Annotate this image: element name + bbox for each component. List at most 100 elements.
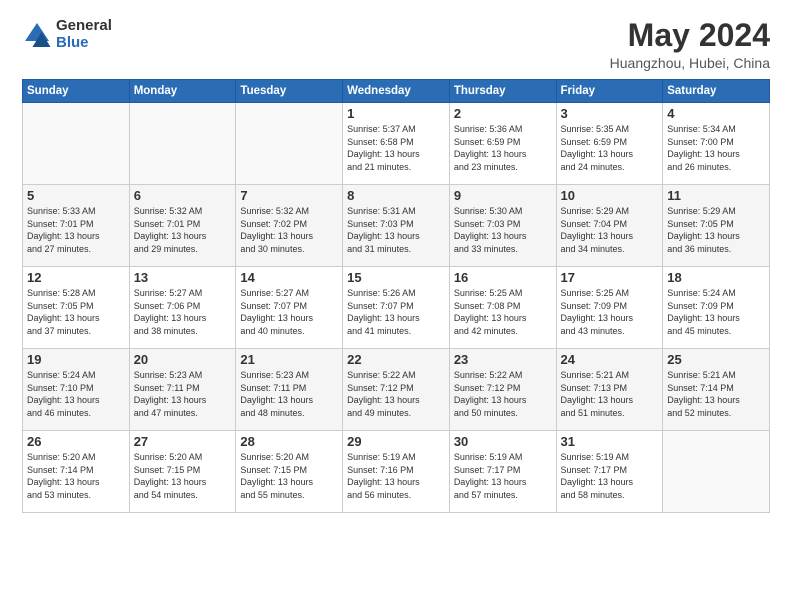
calendar-cell: 30 Sunrise: 5:19 AM Sunset: 7:17 PM Dayli… bbox=[449, 431, 556, 513]
day-info: Sunrise: 5:22 AM Sunset: 7:12 PM Dayligh… bbox=[454, 369, 552, 419]
day-number: 31 bbox=[561, 434, 659, 449]
calendar-cell bbox=[129, 103, 236, 185]
day-number: 1 bbox=[347, 106, 445, 121]
day-info: Sunrise: 5:32 AM Sunset: 7:01 PM Dayligh… bbox=[134, 205, 232, 255]
day-info: Sunrise: 5:35 AM Sunset: 6:59 PM Dayligh… bbox=[561, 123, 659, 173]
day-info: Sunrise: 5:37 AM Sunset: 6:58 PM Dayligh… bbox=[347, 123, 445, 173]
calendar-cell: 6Sunrise: 5:32 AM Sunset: 7:01 PM Daylig… bbox=[129, 185, 236, 267]
day-number: 4 bbox=[667, 106, 765, 121]
calendar-cell: 7Sunrise: 5:32 AM Sunset: 7:02 PM Daylig… bbox=[236, 185, 343, 267]
day-info: Sunrise: 5:36 AM Sunset: 6:59 PM Dayligh… bbox=[454, 123, 552, 173]
calendar-cell: 16Sunrise: 5:25 AM Sunset: 7:08 PM Dayli… bbox=[449, 267, 556, 349]
calendar-cell: 25Sunrise: 5:21 AM Sunset: 7:14 PM Dayli… bbox=[663, 349, 770, 431]
calendar-cell: 2Sunrise: 5:36 AM Sunset: 6:59 PM Daylig… bbox=[449, 103, 556, 185]
calendar-cell: 4 Sunrise: 5:34 AM Sunset: 7:00 PM Daylig… bbox=[663, 103, 770, 185]
day-info: Sunrise: 5:20 AM Sunset: 7:15 PM Dayligh… bbox=[240, 451, 338, 501]
day-number: 19 bbox=[27, 352, 125, 367]
day-info: Sunrise: 5:29 AM Sunset: 7:04 PM Dayligh… bbox=[561, 205, 659, 255]
calendar: SundayMondayTuesdayWednesdayThursdayFrid… bbox=[22, 79, 770, 513]
calendar-cell: 3 Sunrise: 5:35 AM Sunset: 6:59 PM Daylig… bbox=[556, 103, 663, 185]
calendar-cell: 15 Sunrise: 5:26 AM Sunset: 7:07 PM Dayli… bbox=[343, 267, 450, 349]
day-info: Sunrise: 5:23 AM Sunset: 7:11 PM Dayligh… bbox=[240, 369, 338, 419]
calendar-header-row: SundayMondayTuesdayWednesdayThursdayFrid… bbox=[23, 80, 770, 103]
calendar-cell: 28 Sunrise: 5:20 AM Sunset: 7:15 PM Dayli… bbox=[236, 431, 343, 513]
day-info: Sunrise: 5:34 AM Sunset: 7:00 PM Dayligh… bbox=[667, 123, 765, 173]
calendar-cell: 17Sunrise: 5:25 AM Sunset: 7:09 PM Dayli… bbox=[556, 267, 663, 349]
calendar-week-1: 1 Sunrise: 5:37 AM Sunset: 6:58 PM Daylig… bbox=[23, 103, 770, 185]
calendar-cell: 8Sunrise: 5:31 AM Sunset: 7:03 PM Daylig… bbox=[343, 185, 450, 267]
day-info: Sunrise: 5:33 AM Sunset: 7:01 PM Dayligh… bbox=[27, 205, 125, 255]
calendar-week-2: 5Sunrise: 5:33 AM Sunset: 7:01 PM Daylig… bbox=[23, 185, 770, 267]
day-number: 21 bbox=[240, 352, 338, 367]
day-number: 17 bbox=[561, 270, 659, 285]
day-number: 18 bbox=[667, 270, 765, 285]
day-info: Sunrise: 5:21 AM Sunset: 7:14 PM Dayligh… bbox=[667, 369, 765, 419]
day-info: Sunrise: 5:22 AM Sunset: 7:12 PM Dayligh… bbox=[347, 369, 445, 419]
day-number: 12 bbox=[27, 270, 125, 285]
calendar-week-5: 26 Sunrise: 5:20 AM Sunset: 7:14 PM Dayli… bbox=[23, 431, 770, 513]
header-cell-saturday: Saturday bbox=[663, 80, 770, 103]
day-info: Sunrise: 5:19 AM Sunset: 7:16 PM Dayligh… bbox=[347, 451, 445, 501]
logo-general-text: General bbox=[56, 18, 112, 35]
day-info: Sunrise: 5:20 AM Sunset: 7:14 PM Dayligh… bbox=[27, 451, 125, 501]
calendar-cell: 29 Sunrise: 5:19 AM Sunset: 7:16 PM Dayli… bbox=[343, 431, 450, 513]
calendar-cell: 23 Sunrise: 5:22 AM Sunset: 7:12 PM Dayli… bbox=[449, 349, 556, 431]
header-cell-thursday: Thursday bbox=[449, 80, 556, 103]
calendar-cell: 27 Sunrise: 5:20 AM Sunset: 7:15 PM Dayli… bbox=[129, 431, 236, 513]
header-cell-wednesday: Wednesday bbox=[343, 80, 450, 103]
calendar-cell: 1 Sunrise: 5:37 AM Sunset: 6:58 PM Daylig… bbox=[343, 103, 450, 185]
day-number: 27 bbox=[134, 434, 232, 449]
day-info: Sunrise: 5:19 AM Sunset: 7:17 PM Dayligh… bbox=[454, 451, 552, 501]
day-number: 24 bbox=[561, 352, 659, 367]
day-info: Sunrise: 5:24 AM Sunset: 7:09 PM Dayligh… bbox=[667, 287, 765, 337]
subtitle: Huangzhou, Hubei, China bbox=[610, 55, 770, 71]
calendar-cell: 12 Sunrise: 5:28 AM Sunset: 7:05 PM Dayli… bbox=[23, 267, 130, 349]
header: General Blue May 2024 Huangzhou, Hubei, … bbox=[22, 18, 770, 71]
header-cell-monday: Monday bbox=[129, 80, 236, 103]
day-number: 14 bbox=[240, 270, 338, 285]
day-number: 20 bbox=[134, 352, 232, 367]
calendar-cell: 5Sunrise: 5:33 AM Sunset: 7:01 PM Daylig… bbox=[23, 185, 130, 267]
day-number: 11 bbox=[667, 188, 765, 203]
page: General Blue May 2024 Huangzhou, Hubei, … bbox=[0, 0, 792, 612]
day-number: 3 bbox=[561, 106, 659, 121]
calendar-cell: 19Sunrise: 5:24 AM Sunset: 7:10 PM Dayli… bbox=[23, 349, 130, 431]
day-number: 26 bbox=[27, 434, 125, 449]
calendar-cell: 31 Sunrise: 5:19 AM Sunset: 7:17 PM Dayli… bbox=[556, 431, 663, 513]
calendar-cell: 24 Sunrise: 5:21 AM Sunset: 7:13 PM Dayli… bbox=[556, 349, 663, 431]
calendar-cell: 18 Sunrise: 5:24 AM Sunset: 7:09 PM Dayli… bbox=[663, 267, 770, 349]
day-number: 28 bbox=[240, 434, 338, 449]
calendar-cell bbox=[663, 431, 770, 513]
day-number: 10 bbox=[561, 188, 659, 203]
day-info: Sunrise: 5:20 AM Sunset: 7:15 PM Dayligh… bbox=[134, 451, 232, 501]
header-cell-tuesday: Tuesday bbox=[236, 80, 343, 103]
day-info: Sunrise: 5:28 AM Sunset: 7:05 PM Dayligh… bbox=[27, 287, 125, 337]
day-info: Sunrise: 5:25 AM Sunset: 7:08 PM Dayligh… bbox=[454, 287, 552, 337]
logo-blue-text: Blue bbox=[56, 35, 112, 52]
calendar-cell: 22Sunrise: 5:22 AM Sunset: 7:12 PM Dayli… bbox=[343, 349, 450, 431]
day-info: Sunrise: 5:32 AM Sunset: 7:02 PM Dayligh… bbox=[240, 205, 338, 255]
calendar-week-4: 19Sunrise: 5:24 AM Sunset: 7:10 PM Dayli… bbox=[23, 349, 770, 431]
day-number: 29 bbox=[347, 434, 445, 449]
day-number: 30 bbox=[454, 434, 552, 449]
day-info: Sunrise: 5:27 AM Sunset: 7:07 PM Dayligh… bbox=[240, 287, 338, 337]
day-info: Sunrise: 5:26 AM Sunset: 7:07 PM Dayligh… bbox=[347, 287, 445, 337]
day-info: Sunrise: 5:21 AM Sunset: 7:13 PM Dayligh… bbox=[561, 369, 659, 419]
day-info: Sunrise: 5:19 AM Sunset: 7:17 PM Dayligh… bbox=[561, 451, 659, 501]
logo-icon bbox=[22, 20, 52, 50]
calendar-cell: 21 Sunrise: 5:23 AM Sunset: 7:11 PM Dayli… bbox=[236, 349, 343, 431]
header-cell-sunday: Sunday bbox=[23, 80, 130, 103]
header-cell-friday: Friday bbox=[556, 80, 663, 103]
day-number: 15 bbox=[347, 270, 445, 285]
logo-text: General Blue bbox=[56, 18, 112, 51]
day-info: Sunrise: 5:31 AM Sunset: 7:03 PM Dayligh… bbox=[347, 205, 445, 255]
calendar-week-3: 12 Sunrise: 5:28 AM Sunset: 7:05 PM Dayli… bbox=[23, 267, 770, 349]
calendar-cell: 13Sunrise: 5:27 AM Sunset: 7:06 PM Dayli… bbox=[129, 267, 236, 349]
calendar-cell: 26 Sunrise: 5:20 AM Sunset: 7:14 PM Dayli… bbox=[23, 431, 130, 513]
calendar-cell: 9Sunrise: 5:30 AM Sunset: 7:03 PM Daylig… bbox=[449, 185, 556, 267]
day-number: 23 bbox=[454, 352, 552, 367]
calendar-cell bbox=[23, 103, 130, 185]
day-info: Sunrise: 5:23 AM Sunset: 7:11 PM Dayligh… bbox=[134, 369, 232, 419]
calendar-cell: 10 Sunrise: 5:29 AM Sunset: 7:04 PM Dayli… bbox=[556, 185, 663, 267]
main-title: May 2024 bbox=[610, 18, 770, 53]
